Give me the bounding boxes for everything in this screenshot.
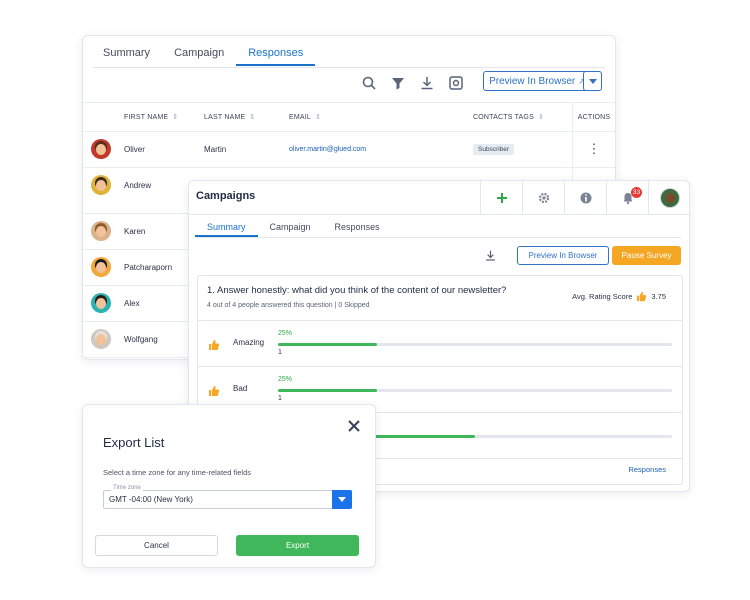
sort-icon: ⇕ <box>537 114 545 121</box>
timezone-dropdown-button[interactable] <box>332 490 352 509</box>
filter-icon[interactable] <box>390 75 406 91</box>
info-button[interactable] <box>564 181 606 215</box>
gear-icon <box>538 192 549 204</box>
settings-button[interactable] <box>522 181 564 215</box>
avatar <box>659 188 680 208</box>
column-contacts-tags[interactable]: CONTACTS TAGS ⇕ <box>473 103 544 133</box>
sort-icon: ⇕ <box>249 114 256 121</box>
pause-survey-button[interactable]: Pause Survey <box>612 246 681 265</box>
preview-dropdown-button[interactable] <box>583 71 602 91</box>
chevron-down-icon <box>588 78 597 84</box>
export-list-dialog: Export List Select a time zone for any t… <box>82 404 376 568</box>
table-header: FIRST NAME ⇕ LAST NAME ⇕ EMAIL ⇕ CONTACTS T… <box>83 102 615 133</box>
page-title: Campaigns <box>196 190 256 202</box>
download-icon[interactable] <box>419 75 435 91</box>
answer-progress-track <box>278 343 672 346</box>
thumbs-up-icon <box>637 291 647 302</box>
thumbs-up-icon <box>208 384 220 396</box>
first-name-cell: Andrew <box>124 181 152 190</box>
first-name-cell: Patcharaporn <box>124 263 173 272</box>
tab-responses[interactable]: Responses <box>323 217 392 237</box>
cancel-button[interactable]: Cancel <box>95 535 218 556</box>
question-title: 1. Answer honestly: what did you think o… <box>207 285 507 296</box>
campaigns-topbar: Campaigns 33 <box>189 181 689 215</box>
answer-percent: 25% <box>278 376 293 383</box>
user-menu[interactable] <box>648 181 689 215</box>
add-button[interactable] <box>480 181 522 215</box>
timezone-value: GMT -04:00 (New York) <box>109 495 193 504</box>
timezone-label: Time zone <box>111 485 143 491</box>
plus-icon <box>496 193 507 203</box>
search-icon[interactable] <box>361 75 377 91</box>
table-row[interactable]: Oliver Martin oliver.martin@glued.com Subsc… <box>83 132 615 168</box>
avatar <box>91 221 111 241</box>
avatar <box>91 329 111 349</box>
answer-progress-track <box>278 389 672 392</box>
column-label: LAST NAME <box>204 114 246 121</box>
timezone-select[interactable]: GMT -04:00 (New York) <box>103 490 352 509</box>
answer-percent: 25% <box>278 330 293 337</box>
download-icon[interactable] <box>484 249 497 262</box>
answer-count: 1 <box>278 349 282 356</box>
first-name-cell: Alex <box>124 299 140 308</box>
settings-square-icon[interactable] <box>448 75 464 91</box>
tab-divider <box>93 67 605 68</box>
sort-icon: ⇕ <box>315 114 322 121</box>
first-name-cell: Wolfgang <box>124 335 158 344</box>
tab-responses[interactable]: Responses <box>236 40 316 66</box>
column-last-name[interactable]: LAST NAME ⇕ <box>204 103 255 133</box>
answer-row: Amazing 25% 1 <box>198 321 682 367</box>
last-name-cell: Martin <box>204 145 227 154</box>
preview-in-browser-button[interactable]: Preview In Browser ↗ <box>483 71 591 91</box>
first-name-cell: Oliver <box>124 145 145 154</box>
rating-label: Avg. Rating Score <box>572 292 633 301</box>
thumbs-up-icon <box>208 338 220 350</box>
column-label: FIRST NAME <box>124 114 169 121</box>
chevron-down-icon <box>338 497 346 502</box>
responses-link[interactable]: Responses <box>628 465 666 474</box>
more-vertical-icon[interactable]: ⋮ <box>572 132 615 168</box>
answer-label: Amazing <box>233 338 265 347</box>
column-actions: ACTIONS <box>572 103 615 133</box>
dialog-description: Select a time zone for any time-related … <box>103 468 251 477</box>
rating-value: 3.75 <box>651 292 666 301</box>
tab-campaign[interactable]: Campaign <box>162 40 236 66</box>
column-first-name[interactable]: FIRST NAME ⇕ <box>124 103 178 133</box>
email-cell[interactable]: oliver.martin@glued.com <box>289 132 366 168</box>
contact-tag: Subscriber <box>473 144 515 155</box>
notification-badge: 33 <box>631 187 642 198</box>
first-name-cell: Karen <box>124 227 146 236</box>
tab-campaign[interactable]: Campaign <box>258 217 323 237</box>
export-button[interactable]: Export <box>236 535 359 556</box>
preview-label: Preview In Browser <box>489 75 576 87</box>
question-stats: 4 out of 4 people answered this question… <box>207 302 370 309</box>
answer-progress-fill <box>278 389 377 392</box>
avg-rating: Avg. Rating Score 3.75 <box>572 291 666 302</box>
answer-count: 1 <box>278 395 282 402</box>
column-label: CONTACTS TAGS <box>473 114 534 121</box>
answer-progress-fill <box>278 343 377 346</box>
column-email[interactable]: EMAIL ⇕ <box>289 103 321 133</box>
preview-in-browser-button[interactable]: Preview In Browser <box>517 246 609 265</box>
answer-label: Bad <box>233 384 248 393</box>
tab-divider <box>197 237 681 238</box>
avatar <box>91 139 111 159</box>
tab-summary[interactable]: Summary <box>195 217 258 237</box>
sort-icon: ⇕ <box>172 114 179 121</box>
column-label: EMAIL <box>289 114 312 121</box>
responses-tabs: Summary Campaign Responses <box>91 40 316 66</box>
tab-summary[interactable]: Summary <box>91 40 162 66</box>
dialog-title: Export List <box>103 435 165 450</box>
avatar <box>91 175 111 195</box>
close-icon[interactable] <box>347 419 361 433</box>
avatar <box>91 257 111 277</box>
notifications-button[interactable]: 33 <box>606 181 648 215</box>
info-icon <box>580 192 591 204</box>
campaign-tabs: Summary Campaign Responses <box>195 217 392 237</box>
avatar <box>91 293 111 313</box>
